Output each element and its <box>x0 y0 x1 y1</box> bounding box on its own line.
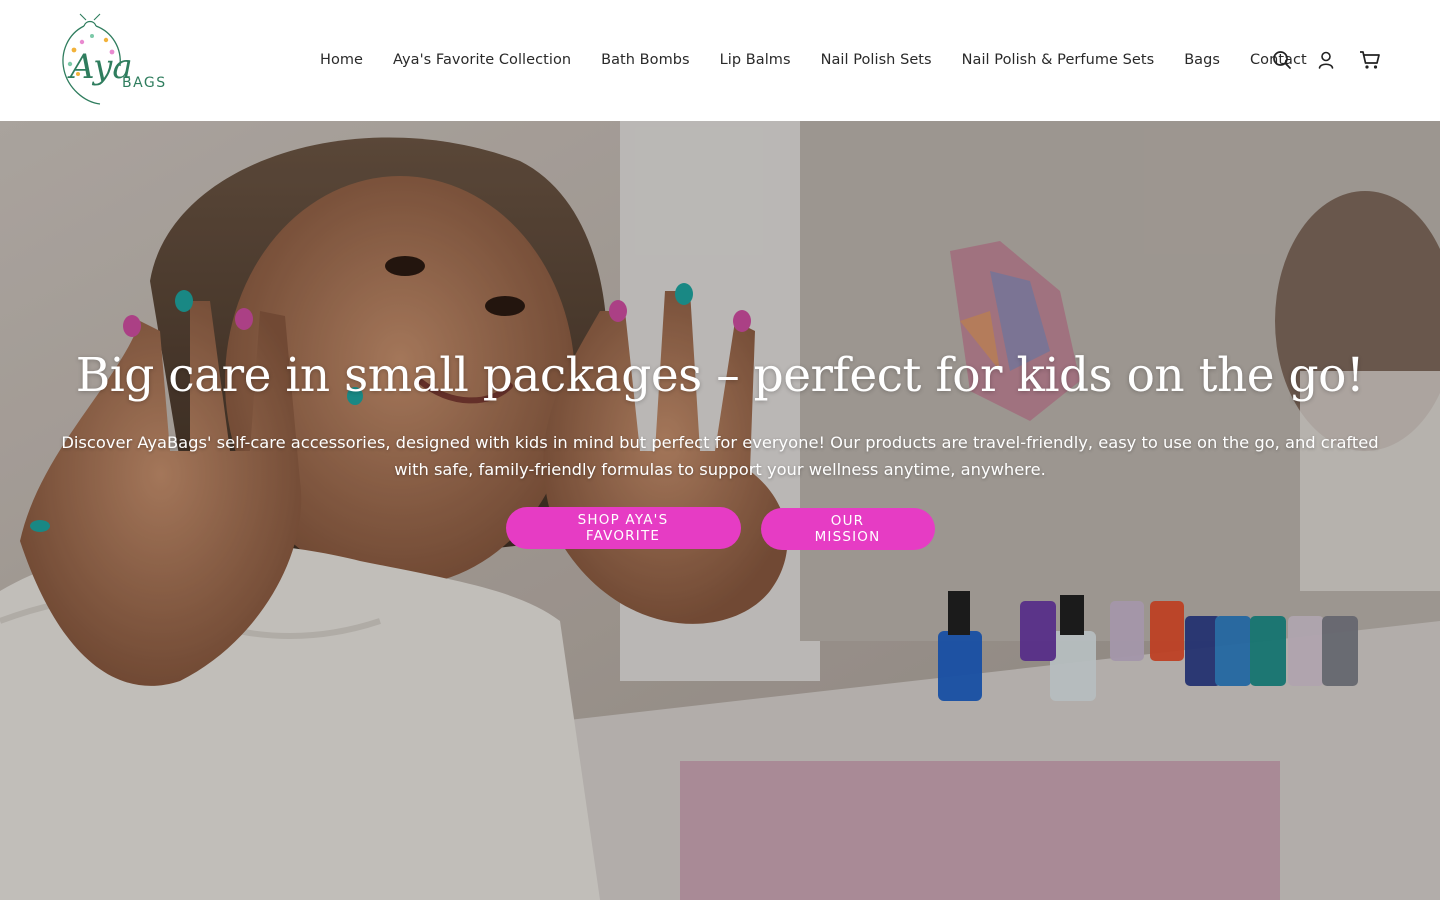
hero-title: Big care in small packages – perfect for… <box>75 348 1365 403</box>
our-mission-button[interactable]: OUR MISSION <box>760 508 935 551</box>
nav-item-bath-bombs[interactable]: Bath Bombs <box>601 52 690 68</box>
header-icons <box>1270 48 1382 72</box>
hero-description: Discover AyaBags' self-care accessories,… <box>61 433 1379 480</box>
account-icon[interactable] <box>1314 48 1338 72</box>
nav-item-lip-balms[interactable]: Lip Balms <box>720 52 791 68</box>
nav-item-nail-polish-sets[interactable]: Nail Polish Sets <box>821 52 932 68</box>
hero-content: Big care in small packages – perfect for… <box>0 348 1440 551</box>
cart-icon[interactable] <box>1358 48 1382 72</box>
nav-item-home[interactable]: Home <box>320 52 363 68</box>
hero-banner: Big care in small packages – perfect for… <box>0 121 1440 900</box>
logo-word-text: BAGS <box>122 75 167 91</box>
hero-buttons: SHOP AYA'S FAVORITE OUR MISSION <box>0 507 1440 551</box>
search-icon[interactable] <box>1270 48 1294 72</box>
brand-logo[interactable]: Aya BAGS <box>56 12 176 110</box>
nav-item-nail-polish-perfume-sets[interactable]: Nail Polish & Perfume Sets <box>962 52 1155 68</box>
site-header: Aya BAGS Home Aya's Favorite Collection … <box>0 0 1440 121</box>
main-nav: Home Aya's Favorite Collection Bath Bomb… <box>320 48 1307 72</box>
nav-item-bags[interactable]: Bags <box>1184 52 1220 68</box>
nav-item-ayas-favorite-collection[interactable]: Aya's Favorite Collection <box>393 52 571 68</box>
shop-ayas-favorite-button[interactable]: SHOP AYA'S FAVORITE <box>505 507 741 550</box>
